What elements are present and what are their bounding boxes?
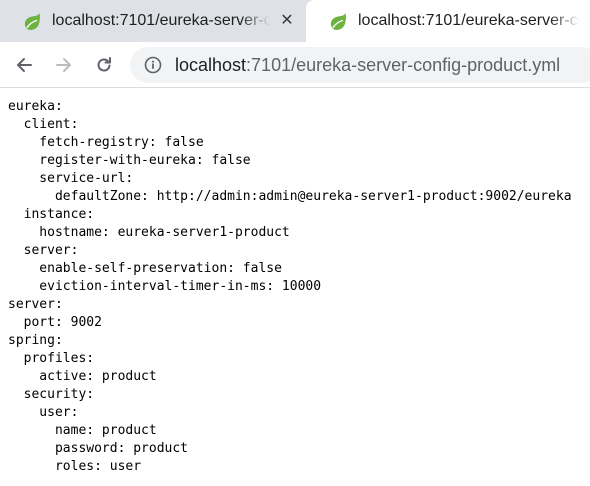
url-host: localhost	[175, 55, 247, 75]
reload-button[interactable]	[89, 50, 119, 80]
spring-leaf-icon	[24, 13, 40, 30]
reload-icon	[97, 57, 111, 72]
tab-inactive[interactable]: localhost:7101/eureka-server-config-prod…	[0, 0, 306, 42]
back-arrow-icon	[17, 58, 32, 72]
tab-strip: localhost:7101/eureka-server-config-prod…	[0, 0, 590, 42]
forward-arrow-icon	[56, 58, 71, 72]
browser-toolbar: localhost:7101/eureka-server-config-prod…	[0, 42, 590, 88]
forward-button[interactable]	[49, 50, 79, 80]
tab-close-button[interactable]: ✕	[278, 11, 296, 31]
page-content: eureka: client: fetch-registry: false re…	[0, 88, 590, 486]
info-icon[interactable]	[144, 56, 162, 74]
url-path: :7101/eureka-server-config-product.yml	[246, 55, 561, 75]
tab-active[interactable]: localhost:7101/eureka-server-config-prod…	[306, 0, 590, 42]
yaml-document: eureka: client: fetch-registry: false re…	[8, 99, 572, 474]
address-bar[interactable]: localhost:7101/eureka-server-config-prod…	[130, 47, 590, 83]
tab-title: localhost:7101/eureka-server-config-prod…	[52, 11, 270, 31]
address-url[interactable]: localhost:7101/eureka-server-config-prod…	[175, 54, 560, 76]
back-button[interactable]	[9, 50, 39, 80]
tab-title: localhost:7101/eureka-server-config-prod…	[358, 11, 580, 31]
spring-leaf-icon	[330, 13, 346, 30]
